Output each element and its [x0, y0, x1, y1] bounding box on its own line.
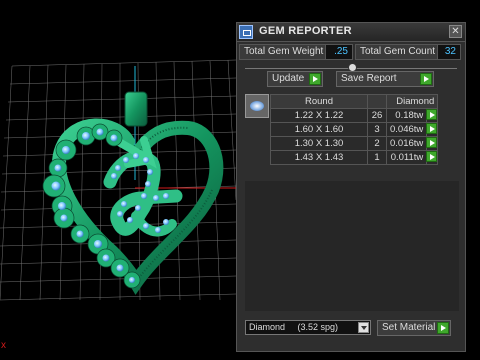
save-report-button-label: Save Report	[341, 73, 397, 84]
gem-size-cell: 1.60 X 1.60	[270, 122, 368, 137]
gem-count-cell: 26	[367, 108, 387, 123]
material-select-value: Diamond (3.52 spg)	[249, 322, 339, 332]
table-header-row: Round Diamond	[270, 94, 439, 109]
title-bar[interactable]: GEM REPORTER ✕	[237, 23, 465, 42]
gem-shape-icon[interactable]	[245, 94, 269, 118]
column-header	[367, 94, 387, 109]
update-button-label: Update	[272, 73, 305, 84]
row-go-button[interactable]	[426, 136, 439, 151]
go-arrow-icon	[426, 151, 438, 162]
close-icon[interactable]: ✕	[449, 25, 462, 38]
material-select[interactable]: Diamond (3.52 spg)	[245, 320, 371, 335]
gem-size-cell: 1.30 X 1.30	[270, 136, 368, 151]
gem-count-cell: 1	[367, 150, 387, 165]
gem-weight-cell: 0.18tw	[385, 108, 428, 123]
pendant-bail	[124, 91, 148, 127]
gem-count-cell: 3	[367, 122, 387, 137]
jewelry-model[interactable]	[42, 91, 224, 295]
go-arrow-icon	[309, 73, 321, 85]
table-row[interactable]: 1.43 X 1.43 1 0.011tw	[270, 150, 439, 165]
gem-count-cell: 2	[367, 136, 387, 151]
row-go-button[interactable]	[426, 122, 439, 137]
gem-size-cell: 1.43 X 1.43	[270, 150, 368, 165]
set-material-button-label: Set Material	[382, 322, 436, 333]
go-arrow-icon	[420, 73, 432, 85]
gem-reporter-panel: GEM REPORTER ✕ Total Gem Weight .25 Tota…	[236, 22, 466, 352]
table-row[interactable]: 1.30 X 1.30 2 0.016tw	[270, 136, 439, 151]
row-go-button[interactable]	[426, 108, 439, 123]
save-report-button[interactable]: Save Report	[336, 71, 434, 87]
gem-reporter-app-icon	[239, 25, 253, 39]
corner-axis-label: x	[1, 340, 6, 351]
chevron-down-icon[interactable]	[358, 322, 369, 333]
update-button[interactable]: Update	[267, 71, 323, 87]
go-arrow-icon	[426, 137, 438, 148]
gem-weight-cell: 0.011tw	[385, 150, 428, 165]
column-header: Diamond	[385, 94, 439, 109]
go-arrow-icon	[426, 109, 438, 120]
gem-size-cell: 1.22 X 1.22	[270, 108, 368, 123]
go-arrow-icon	[426, 123, 438, 134]
set-material-button[interactable]: Set Material	[377, 320, 451, 336]
total-gem-weight-value: .25	[325, 44, 353, 60]
table-row[interactable]: 1.60 X 1.60 3 0.046tw	[270, 122, 439, 137]
go-arrow-icon	[437, 322, 449, 334]
column-header: Round	[270, 94, 368, 109]
gem-table: Round Diamond 1.22 X 1.22 26 0.18tw 1.60…	[270, 94, 439, 165]
report-area	[245, 181, 459, 311]
table-row[interactable]: 1.22 X 1.22 26 0.18tw	[270, 108, 439, 123]
total-gem-count-value: 32	[437, 44, 461, 60]
row-go-button[interactable]	[426, 150, 439, 165]
gem-weight-cell: 0.016tw	[385, 136, 428, 151]
gem-weight-cell: 0.046tw	[385, 122, 428, 137]
panel-title: GEM REPORTER	[259, 25, 352, 37]
